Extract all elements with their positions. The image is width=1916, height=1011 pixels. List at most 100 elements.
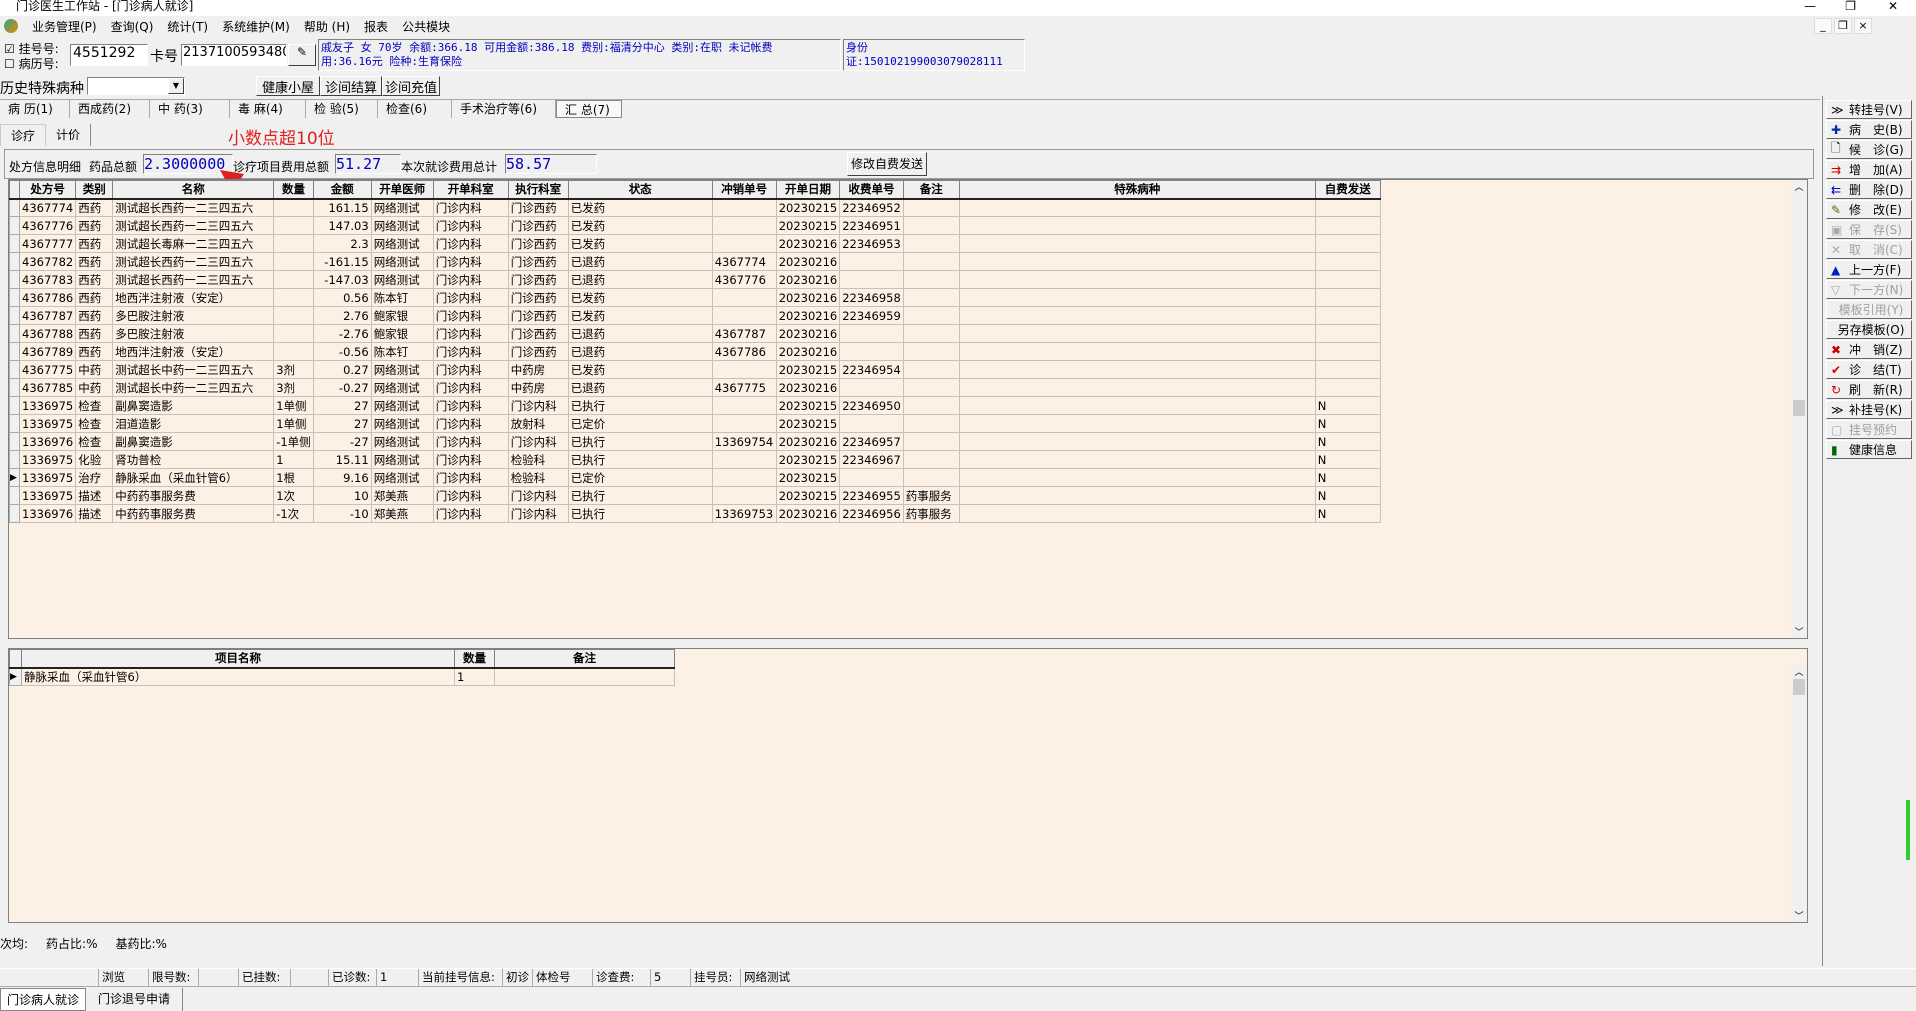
- minimize-icon[interactable]: —: [1804, 0, 1816, 12]
- menu-help[interactable]: 帮助 (H): [304, 18, 350, 35]
- table-row[interactable]: 1336976 检查 副鼻窦造影 -1单侧 -27 网络测试 门诊内科 门诊内科 已执行 1336…: [9, 432, 1381, 451]
- cell-receipt-no: 22346953: [839, 234, 904, 253]
- scroll-down-icon[interactable]: ﹀: [1791, 625, 1807, 638]
- chevron-down-icon[interactable]: ▼: [168, 78, 184, 94]
- table-row[interactable]: 1336975 描述 中药药事服务费 1次 10 郑美燕 门诊内科 门诊内科 已执行 202302…: [9, 486, 1381, 505]
- cell-name: 中药药事服务费: [112, 504, 275, 523]
- tab-exam[interactable]: 检查(6): [378, 100, 452, 118]
- col-self-pay-send[interactable]: 自费发送: [1314, 180, 1381, 200]
- col-name[interactable]: 名称: [112, 180, 275, 200]
- col-category[interactable]: 类别: [75, 180, 114, 200]
- mdi-minimize-icon[interactable]: _: [1814, 18, 1832, 34]
- table-row[interactable]: 4367774 西药 测试超长西药一二三四五六 161.15 网络测试 门诊内科 门诊西药已…: [9, 198, 1381, 217]
- subtab-treatment[interactable]: 诊疗: [0, 124, 47, 146]
- tab-chinese-medicine[interactable]: 中 药(3): [150, 100, 230, 118]
- action-button-16[interactable]: ▢ 挂号预约: [1826, 420, 1912, 439]
- action-button-11[interactable]: 另存模板(O): [1826, 320, 1912, 339]
- modify-self-pay-button[interactable]: 修改自费发送: [847, 152, 927, 176]
- close-icon[interactable]: ✕: [1888, 0, 1898, 12]
- action-button-7[interactable]: ✕ 取 消(C): [1826, 240, 1912, 259]
- menu-stats[interactable]: 统计(T): [167, 18, 208, 35]
- clinic-recharge-button[interactable]: 诊间充值: [382, 76, 440, 96]
- action-button-3[interactable]: ⇉ 增 加(A): [1826, 160, 1912, 179]
- table-row[interactable]: 4367782 西药 测试超长西药一二三四五六 -161.15 网络测试 门诊内科 门诊西药…: [9, 252, 1381, 271]
- table-row[interactable]: 1336975 检查 副鼻窦造影 1单侧 27 网络测试 门诊内科 门诊内科 已执行 202302…: [9, 396, 1381, 415]
- table-row[interactable]: ▶ 1336975 治疗 静脉采血（采血针管6） 1根 9.16 网络测试 门诊内科 检验科 已定…: [9, 468, 1381, 487]
- table-row[interactable]: 4367776 西药 测试超长西药一二三四五六 147.03 网络测试 门诊内科 门诊西药已…: [9, 216, 1381, 235]
- action-button-2[interactable]: 🗋 候 诊(G): [1826, 140, 1912, 159]
- clinic-settle-button[interactable]: 诊间结算: [320, 76, 382, 96]
- table-row[interactable]: 4367775 中药 测试超长中药一二三四五六 3剂 0.27 网络测试 门诊内科 中药房 已发…: [9, 360, 1381, 379]
- checkbox-unchecked-icon[interactable]: ☐: [4, 57, 15, 71]
- menu-business[interactable]: 业务管理(P): [32, 18, 97, 35]
- subtab-pricing[interactable]: 计价: [46, 124, 92, 146]
- col-order-date[interactable]: 开单日期: [775, 180, 841, 200]
- detail-vertical-scrollbar[interactable]: ︿ ﹀: [1791, 665, 1807, 922]
- scroll-thumb[interactable]: [1793, 400, 1805, 416]
- table-row[interactable]: 4367785 中药 测试超长中药一二三四五六 3剂 -0.27 网络测试 门诊内科 中药房已…: [9, 378, 1381, 397]
- menu-reports[interactable]: 报表: [364, 18, 388, 35]
- card-no-input[interactable]: 2137100593480: [181, 44, 287, 66]
- checkbox-checked-icon[interactable]: ☑: [4, 42, 15, 56]
- action-button-17[interactable]: ▮ 健康信息: [1826, 440, 1912, 459]
- col-special-disease[interactable]: 特殊病种: [958, 180, 1316, 200]
- action-button-8[interactable]: ▲ 上一方(F): [1826, 260, 1912, 279]
- table-row[interactable]: 1336976 描述 中药药事服务费 -1次 -10 郑美燕 门诊内科 门诊内科 已执行 1336…: [9, 504, 1381, 523]
- grid-vertical-scrollbar[interactable]: ︿ ﹀: [1791, 180, 1807, 638]
- table-row[interactable]: ▶ 静脉采血（采血针管6） 1: [9, 667, 675, 686]
- col-quantity[interactable]: 数量: [273, 180, 314, 200]
- reg-no-input[interactable]: 4551292: [70, 44, 148, 66]
- action-button-0[interactable]: ≫ 转挂号(V): [1826, 100, 1912, 119]
- history-select[interactable]: ▼: [87, 77, 185, 95]
- action-button-10[interactable]: 模板引用(Y): [1826, 300, 1912, 319]
- action-button-5[interactable]: ✎ 修 改(E): [1826, 200, 1912, 219]
- scroll-up-icon[interactable]: ︿: [1791, 665, 1807, 678]
- action-button-14[interactable]: ↻ 刷 新(R): [1826, 380, 1912, 399]
- tab-narcotics[interactable]: 毒 麻(4): [230, 100, 306, 118]
- action-button-6[interactable]: ▣ 保 存(S): [1826, 220, 1912, 239]
- health-hut-button[interactable]: 健康小屋: [256, 76, 320, 96]
- col-remark[interactable]: 备注: [902, 180, 960, 200]
- tab-medical-record[interactable]: 病 历(1): [0, 100, 70, 118]
- menu-query[interactable]: 查询(Q): [111, 18, 154, 35]
- action-button-15[interactable]: ≫ 补挂号(K): [1826, 400, 1912, 419]
- table-row[interactable]: 4367777 西药 测试超长毒麻一二三四五六 2.3 网络测试 门诊内科 门诊西药 已发药 2…: [9, 234, 1381, 253]
- mdi-restore-icon[interactable]: ❐: [1834, 18, 1852, 34]
- table-row[interactable]: 4367788 西药 多巴胺注射液 -2.76 鲍家银 门诊内科 门诊西药 已退药 436778…: [9, 324, 1381, 343]
- action-button-1[interactable]: ✚ 病 史(B): [1826, 120, 1912, 139]
- table-row[interactable]: 1336975 化验 肾功普检 1 15.11 网络测试 门诊内科 检验科 已执行 2023021…: [9, 450, 1381, 469]
- col-amount[interactable]: 金额: [312, 180, 372, 200]
- table-row[interactable]: 4367783 西药 测试超长西药一二三四五六 -147.03 网络测试 门诊内科 门诊西药…: [9, 270, 1381, 289]
- restore-icon[interactable]: ❐: [1845, 0, 1856, 12]
- col-doctor[interactable]: 开单医师: [370, 180, 434, 200]
- table-row[interactable]: 1336975 检查 泪道造影 1单侧 27 网络测试 门诊内科 放射科 已定价 20230215…: [9, 414, 1381, 433]
- action-button-4[interactable]: ⇇ 删 除(D): [1826, 180, 1912, 199]
- menu-system[interactable]: 系统维护(M): [222, 18, 290, 35]
- action-button-12[interactable]: ✖ 冲 销(Z): [1826, 340, 1912, 359]
- panel-scroll-indicator[interactable]: [1906, 800, 1910, 860]
- tab-surgery[interactable]: 手术治疗等(6): [452, 100, 556, 118]
- col-dept[interactable]: 开单科室: [432, 180, 509, 200]
- table-row[interactable]: 4367786 西药 地西泮注射液（安定） 0.56 陈本钉 门诊内科 门诊西药 已发药 202…: [9, 288, 1381, 307]
- action-button-9[interactable]: ▽ 下一方(N): [1826, 280, 1912, 299]
- tab-outpatient-visit[interactable]: 门诊病人就诊: [0, 988, 87, 1011]
- col-reversal-no[interactable]: 冲销单号: [711, 180, 777, 200]
- scroll-thumb[interactable]: [1793, 679, 1805, 695]
- tab-summary[interactable]: 汇 总(7): [556, 100, 622, 118]
- tab-refund-request[interactable]: 门诊退号申请: [86, 988, 184, 1011]
- col-rx-no[interactable]: 处方号: [18, 180, 77, 200]
- menu-public[interactable]: 公共模块: [402, 18, 450, 35]
- read-card-button[interactable]: ✎: [288, 44, 316, 66]
- action-button-13[interactable]: ✔ 诊 结(T): [1826, 360, 1912, 379]
- table-row[interactable]: 4367787 西药 多巴胺注射液 2.76 鲍家银 门诊内科 门诊西药 已发药 2023021…: [9, 306, 1381, 325]
- col-exec-dept[interactable]: 执行科室: [507, 180, 569, 200]
- col-receipt-no[interactable]: 收费单号: [839, 180, 904, 200]
- record-checkbox[interactable]: ☐ 病历号:: [4, 55, 59, 72]
- tab-western-medicine[interactable]: 西成药(2): [70, 100, 150, 118]
- table-row[interactable]: 4367789 西药 地西泮注射液（安定） -0.56 陈本钉 门诊内科 门诊西药 已退药 43…: [9, 342, 1381, 361]
- col-status[interactable]: 状态: [567, 180, 713, 200]
- tab-lab-test[interactable]: 检 验(5): [306, 100, 378, 118]
- scroll-down-icon[interactable]: ﹀: [1791, 909, 1807, 922]
- scroll-up-icon[interactable]: ︿: [1791, 180, 1807, 193]
- mdi-close-icon[interactable]: ×: [1854, 18, 1872, 34]
